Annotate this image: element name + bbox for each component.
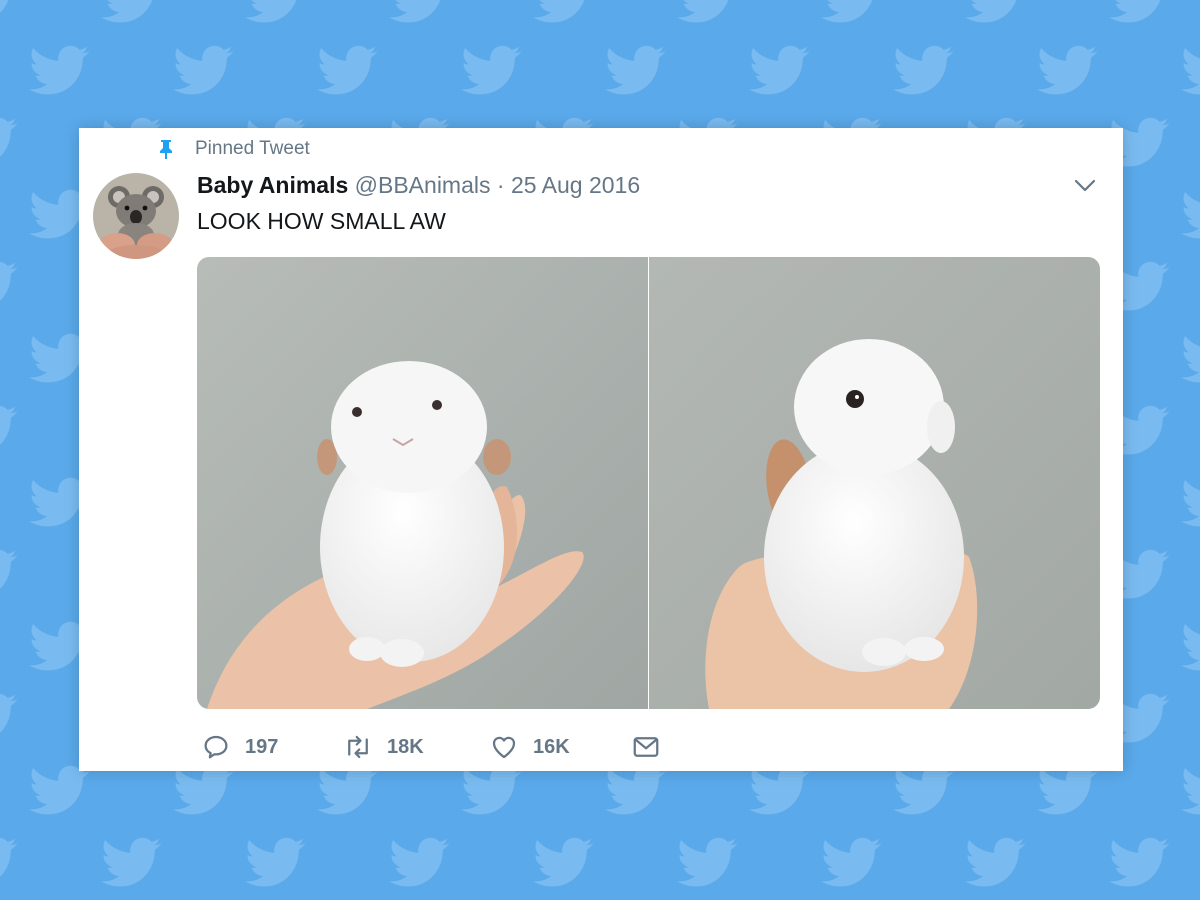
media-grid: [197, 257, 1100, 709]
pinned-tweet-row: Pinned Tweet: [159, 138, 310, 160]
reply-icon: [204, 735, 228, 759]
bunny-side-image: [649, 257, 1100, 709]
heart-icon: [492, 736, 516, 759]
bunny-front-image: [197, 257, 648, 709]
reply-button[interactable]: 197: [201, 732, 343, 762]
retweet-button[interactable]: 18K: [343, 732, 489, 762]
koala-avatar-image: [93, 173, 179, 259]
tweet-date[interactable]: 25 Aug 2016: [511, 172, 640, 198]
pinned-tweet-label: Pinned Tweet: [195, 138, 310, 159]
media-photo-1[interactable]: [197, 257, 648, 709]
separator-dot: ·: [496, 172, 505, 198]
tweet-text: LOOK HOW SMALL AW: [197, 208, 446, 234]
pin-icon: [160, 140, 172, 159]
chevron-down-icon[interactable]: [1073, 178, 1097, 194]
retweet-icon: [348, 735, 368, 759]
envelope-icon: [633, 737, 659, 757]
tweet-actions: 197 18K 16K: [201, 732, 661, 762]
direct-message-button[interactable]: [631, 732, 661, 762]
tweet-header: Baby Animals @BBAnimals · 25 Aug 2016: [197, 172, 640, 199]
user-handle[interactable]: @BBAnimals: [355, 172, 491, 198]
reply-count: 197: [245, 735, 279, 758]
tweet-card[interactable]: Pinned Tweet Baby Animals @BBAnimals · 2…: [79, 128, 1123, 771]
avatar[interactable]: [93, 173, 179, 259]
display-name[interactable]: Baby Animals: [197, 172, 348, 198]
media-photo-2[interactable]: [649, 257, 1100, 709]
like-button[interactable]: 16K: [489, 732, 631, 762]
retweet-count: 18K: [387, 735, 424, 758]
like-count: 16K: [533, 735, 570, 758]
